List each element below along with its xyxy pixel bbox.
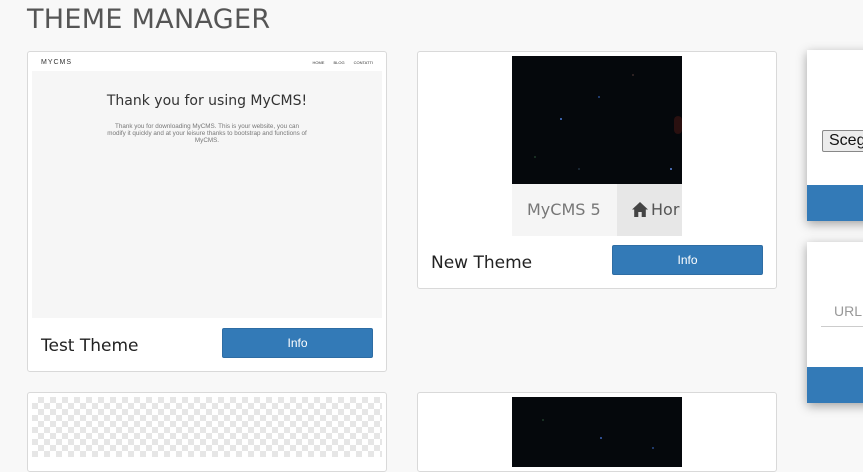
preview-nav-link: BLOG: [333, 60, 345, 65]
theme-preview-transparent: [32, 397, 382, 457]
preview-brand: MyCMS 5: [527, 200, 601, 219]
url-input[interactable]: URL: [821, 297, 863, 327]
upload-theme-panel: Sceg: [807, 50, 863, 221]
theme-card-new: MyCMS 5 Hor New Theme Info: [417, 51, 777, 289]
home-icon: [632, 202, 648, 217]
theme-name: New Theme: [431, 253, 533, 273]
upload-panel-footer[interactable]: [807, 185, 863, 221]
preview-heading: Thank you for using MyCMS!: [106, 93, 308, 109]
theme-preview-space: [512, 397, 682, 467]
preview-navbar: MyCMS 5 Hor: [512, 184, 682, 236]
url-theme-panel: URL: [807, 242, 863, 403]
info-button[interactable]: Info: [222, 328, 373, 358]
theme-card: [27, 392, 387, 472]
theme-name: Test Theme: [41, 336, 139, 356]
preview-logo: MYCMS: [41, 59, 73, 66]
preview-text: Thank you for downloading MyCMS. This is…: [107, 123, 307, 144]
info-button[interactable]: Info: [612, 245, 763, 275]
preview-nav-link: HOME: [312, 60, 325, 65]
page-title: THEME MANAGER: [27, 4, 271, 35]
url-panel-footer[interactable]: [807, 367, 863, 403]
preview-home-tab: Hor: [617, 184, 682, 236]
theme-preview-new: [512, 56, 682, 184]
preview-nav-links: HOME BLOG CONTATTI: [312, 60, 373, 65]
theme-preview-test: MYCMS HOME BLOG CONTATTI Thank you for u…: [32, 56, 382, 318]
preview-nav-link: CONTATTI: [353, 60, 373, 65]
choose-file-button[interactable]: Sceg: [822, 130, 863, 152]
theme-card: [417, 392, 777, 472]
theme-card-test: MYCMS HOME BLOG CONTATTI Thank you for u…: [27, 51, 387, 372]
preview-home-label: Hor: [651, 200, 680, 219]
preview-navbar: MYCMS HOME BLOG CONTATTI: [32, 56, 382, 71]
